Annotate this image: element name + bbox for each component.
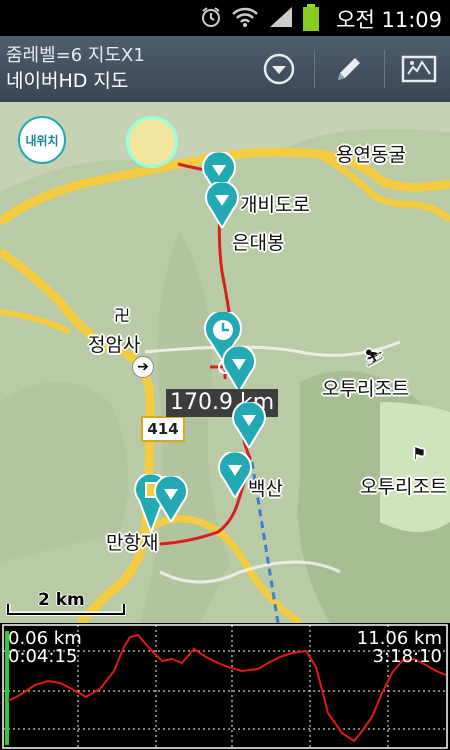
waypoint-marker[interactable]: [205, 180, 239, 232]
edit-button[interactable]: [318, 36, 380, 102]
flag-icon: ⚑: [412, 444, 427, 463]
app-header: 줌레벨=6 지도X1 네이버HD 지도: [0, 36, 450, 102]
dropdown-button[interactable]: [248, 36, 310, 102]
start-time: 0:04:15: [8, 646, 78, 667]
waypoint-marker[interactable]: [232, 400, 266, 452]
clock: 오전 11:09: [336, 8, 442, 32]
waypoint-marker[interactable]: [154, 474, 188, 526]
pencil-icon: [338, 58, 360, 80]
map-view[interactable]: 내위치 용연동굴 개비도로 은대봉 卍 정암사 ➔ 414 ⛷ 오투리조트 ⚑ …: [0, 102, 450, 623]
chevron-down-icon: [263, 53, 295, 85]
waypoint-marker[interactable]: [218, 450, 252, 502]
signal-icon: [268, 6, 294, 32]
map-label: 개비도로: [240, 194, 310, 216]
elevation-profile[interactable]: 0.06 km 0:04:15 11.06 km 3:18:10: [0, 623, 450, 750]
scale-bar: 2 km: [6, 590, 126, 616]
temple-icon: 卍: [114, 306, 131, 325]
map-name[interactable]: 네이버HD 지도: [6, 66, 128, 93]
end-time: 3:18:10: [372, 646, 442, 667]
map-label: 정암사: [88, 334, 141, 356]
wifi-icon: [232, 6, 258, 32]
battery-icon: [302, 4, 320, 36]
map-label: 용연동굴: [336, 144, 406, 166]
status-bar: 오전 11:09: [0, 0, 450, 36]
map-label: 오투리조트: [322, 378, 410, 400]
map-label: 백산: [248, 478, 283, 500]
arrow-right-icon: ➔: [132, 356, 154, 378]
zoom-info: 줌레벨=6 지도X1: [6, 45, 145, 66]
map-label: 은대봉: [232, 232, 285, 254]
road-number: 414: [141, 416, 185, 442]
compass-icon[interactable]: [126, 116, 178, 168]
map-icon: [401, 55, 437, 83]
my-location-button[interactable]: 내위치: [18, 116, 66, 164]
alarm-icon: [200, 6, 222, 32]
map-view-button[interactable]: [388, 36, 450, 102]
map-label: 오투리조트: [360, 476, 448, 498]
golf-icon: ⛷: [364, 348, 385, 367]
